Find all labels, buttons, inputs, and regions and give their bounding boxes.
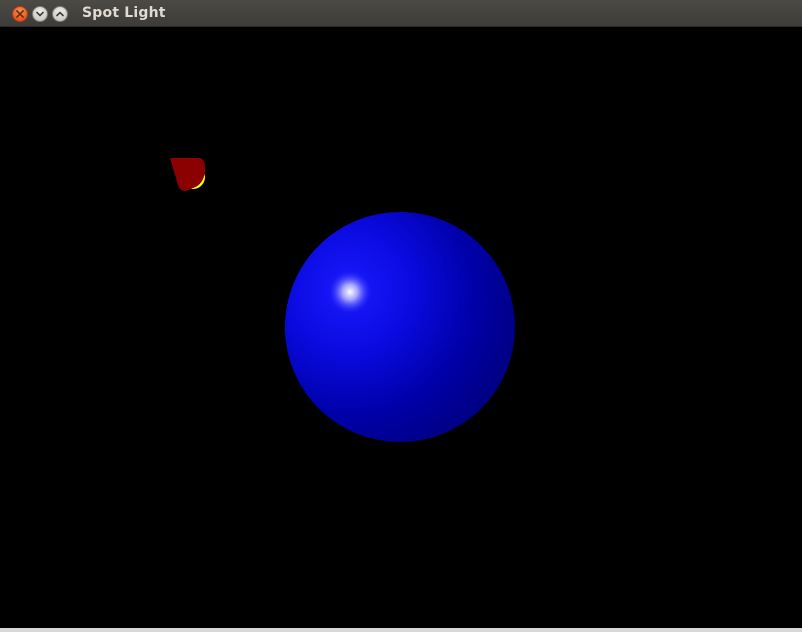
render-canvas[interactable]: [0, 27, 802, 628]
spotlight: [170, 158, 206, 191]
close-button[interactable]: [12, 6, 28, 22]
sphere: [285, 212, 515, 442]
app-window: Spot Light: [0, 0, 802, 632]
chevron-down-icon: [36, 11, 44, 17]
scene-svg: [170, 158, 515, 442]
minimize-button[interactable]: [32, 6, 48, 22]
close-icon: [16, 10, 24, 18]
chevron-up-icon: [56, 11, 64, 17]
maximize-button[interactable]: [52, 6, 68, 22]
window-bottom-border: [0, 628, 802, 632]
sphere-highlight: [328, 270, 372, 314]
window-controls: [12, 6, 68, 22]
window-title: Spot Light: [82, 5, 166, 21]
title-bar[interactable]: Spot Light: [0, 0, 802, 27]
